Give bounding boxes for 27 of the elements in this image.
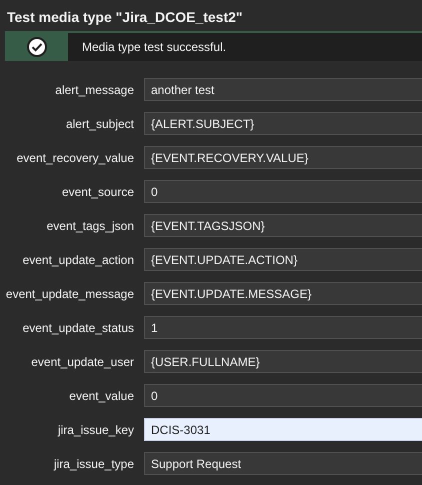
field-label: event_value	[68, 388, 135, 402]
input-field[interactable]: 0	[144, 384, 422, 407]
input-field[interactable]: {USER.FULLNAME}	[144, 350, 422, 373]
input-field[interactable]: {EVENT.UPDATE.MESSAGE}	[144, 282, 422, 305]
field-label: event_update_action	[22, 252, 135, 266]
field-label: alert_message	[54, 82, 135, 96]
field-label: event_update_message	[4, 286, 135, 300]
message-text: Media type test successful.	[81, 40, 226, 54]
field-label: event_tags_json	[46, 218, 135, 232]
field-label: event_recovery_value	[16, 150, 135, 164]
input-field[interactable]: 0	[144, 180, 422, 203]
field-label: jira_issue_key	[56, 422, 135, 436]
input-field[interactable]: Support Request	[144, 452, 422, 475]
dialog-title: Test media type "Jira_DCOE_test2"	[6, 8, 244, 27]
check-circle-icon	[26, 37, 46, 57]
field-label: event_update_status	[22, 320, 135, 334]
field-label: alert_subject	[64, 116, 135, 130]
field-label: jira_issue_type	[52, 456, 135, 470]
input-field[interactable]: {EVENT.RECOVERY.VALUE}	[144, 146, 422, 169]
input-field[interactable]: another test	[144, 78, 422, 101]
input-field[interactable]: {ALERT.SUBJECT}	[144, 112, 422, 135]
input-field[interactable]: {EVENT.UPDATE.ACTION}	[144, 248, 422, 271]
input-field[interactable]: 1	[144, 316, 422, 339]
field-label: event_update_user	[30, 354, 135, 368]
input-field[interactable]: {EVENT.TAGSJSON}	[144, 214, 422, 237]
field-label: event_source	[60, 184, 135, 198]
input-field[interactable]: DCIS-3031	[144, 418, 422, 441]
